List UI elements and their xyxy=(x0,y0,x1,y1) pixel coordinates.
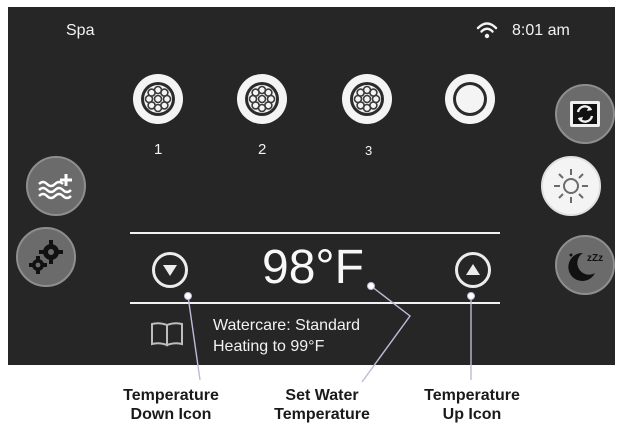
caption-line: Temperature xyxy=(274,406,370,423)
caption-temperature-up: Temperature Up Icon xyxy=(407,386,537,424)
caption-temperature-down: Temperature Down Icon xyxy=(106,386,236,424)
caption-line: Temperature xyxy=(424,387,520,404)
caption-line: Up Icon xyxy=(442,406,502,423)
caption-set-water-temperature: Set Water Temperature xyxy=(257,386,387,424)
callout-leaders xyxy=(184,282,475,383)
caption-line: Down Icon xyxy=(130,406,212,423)
caption-line: Temperature xyxy=(123,387,219,404)
caption-line: Set Water xyxy=(285,387,359,404)
